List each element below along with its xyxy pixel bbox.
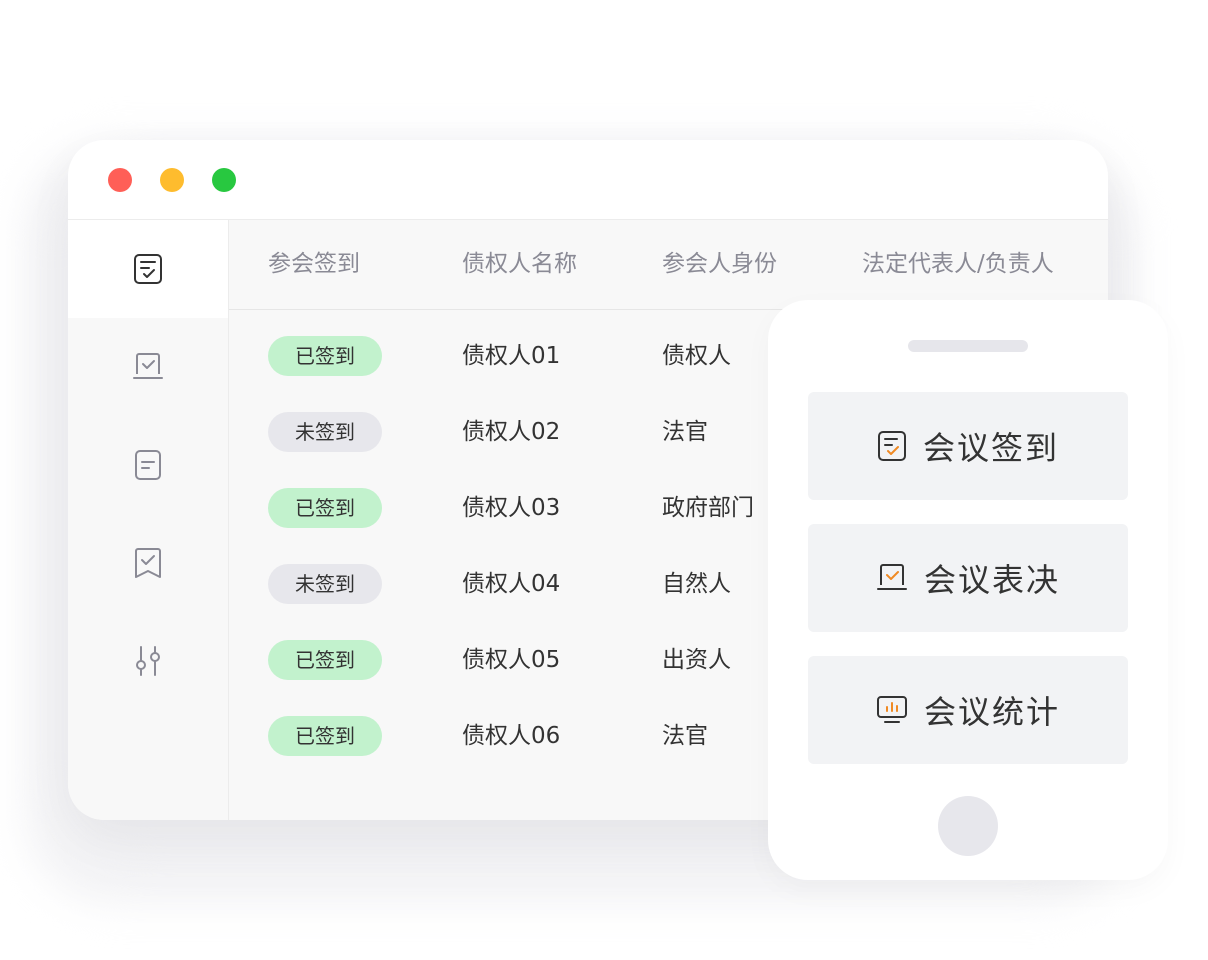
sidebar-item-vote[interactable]	[68, 318, 228, 416]
minimize-button[interactable]	[160, 168, 184, 192]
mobile-phone: 会议签到 会议表决 会议统计	[768, 300, 1168, 880]
column-header-identity[interactable]: 参会人身份	[662, 220, 777, 309]
sidebar-item-checkin[interactable]	[68, 220, 228, 318]
creditor-name: 债权人06	[462, 723, 561, 749]
creditor-name: 债权人04	[462, 571, 561, 597]
laptop-check-icon	[133, 353, 163, 379]
sidebar	[68, 220, 229, 820]
checklist-icon	[134, 254, 162, 284]
meeting-vote-button[interactable]: 会议表决	[808, 524, 1128, 632]
sidebar-item-document[interactable]	[68, 416, 228, 514]
creditor-name: 债权人05	[462, 647, 561, 673]
column-header-checkin[interactable]: 参会签到	[268, 220, 360, 309]
maximize-button[interactable]	[212, 168, 236, 192]
creditor-name: 债权人01	[462, 343, 561, 369]
meeting-vote-icon	[876, 564, 907, 590]
attendee-identity: 债权人	[662, 343, 731, 369]
sidebar-item-bookmark[interactable]	[68, 514, 228, 612]
attendee-identity: 自然人	[662, 571, 731, 597]
creditor-name: 债权人03	[462, 495, 561, 521]
creditor-name: 债权人02	[462, 419, 561, 445]
attendee-identity: 政府部门	[662, 495, 754, 521]
meeting-checkin-button[interactable]: 会议签到	[808, 392, 1128, 500]
meeting-checkin-label: 会议签到	[922, 429, 1059, 467]
sliders-icon	[136, 646, 160, 676]
sidebar-item-settings[interactable]	[68, 612, 228, 710]
phone-speaker	[908, 340, 1028, 352]
status-badge: 已签到	[268, 716, 382, 756]
column-header-creditor-name[interactable]: 债权人名称	[462, 220, 577, 309]
close-button[interactable]	[108, 168, 132, 192]
status-badge: 已签到	[268, 336, 382, 376]
meeting-vote-label: 会议表决	[923, 561, 1060, 599]
attendee-identity: 法官	[662, 723, 708, 749]
status-badge: 未签到	[268, 412, 382, 452]
attendee-identity: 法官	[662, 419, 708, 445]
bookmark-check-icon	[135, 548, 161, 578]
status-badge: 已签到	[268, 640, 382, 680]
meeting-checkin-icon	[877, 431, 906, 461]
status-badge: 已签到	[268, 488, 382, 528]
status-badge: 未签到	[268, 564, 382, 604]
meeting-stats-button[interactable]: 会议统计	[808, 656, 1128, 764]
attendee-identity: 出资人	[662, 647, 731, 673]
column-header-legal-rep[interactable]: 法定代表人/负责人	[862, 220, 1054, 309]
phone-home-button[interactable]	[938, 796, 998, 856]
document-icon	[135, 450, 161, 480]
meeting-stats-label: 会议统计	[923, 693, 1060, 731]
meeting-stats-icon	[876, 696, 907, 723]
table-header: 参会签到 债权人名称 参会人身份 法定代表人/负责人	[229, 220, 1108, 310]
title-bar	[68, 140, 1108, 220]
